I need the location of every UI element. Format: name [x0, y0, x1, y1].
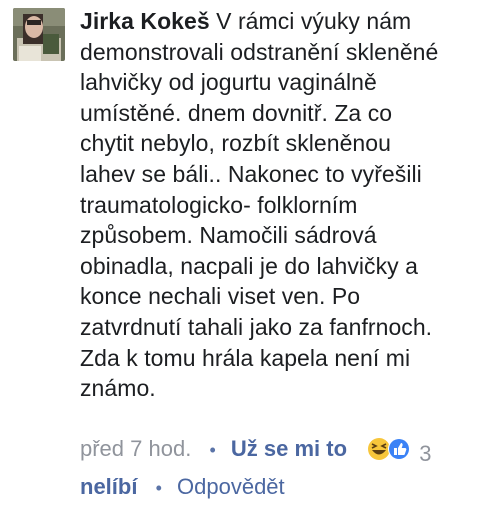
comment-body: Jirka Kokeš V rámci výuky nám demonstrov…: [80, 6, 470, 404]
comment-line-2: demonstrovali odstranění skleněné: [80, 38, 439, 65]
comment-line-10: konce nechali viset ven. Po: [80, 283, 361, 310]
comment-line-4: umístěné. dnem dovnitř. Za co: [80, 99, 393, 126]
unlike-link-part1[interactable]: Už se mi to: [231, 436, 347, 461]
comment-line-8: způsobem. Namočili sádrová: [80, 222, 377, 249]
comment-line-7: traumatologicko- folklorním: [80, 191, 358, 218]
comment-author[interactable]: Jirka Kokeš: [80, 8, 210, 34]
comment-line-13: známo.: [80, 375, 156, 402]
avatar-image: [13, 8, 65, 61]
haha-emoji-icon: [368, 438, 391, 460]
separator: •: [155, 478, 162, 498]
timestamp[interactable]: před 7 hod.: [80, 436, 191, 461]
like-thumb-icon: [388, 438, 411, 460]
comment-actions: před 7 hod. • Už se mi to 3 nelíbí • Odp…: [80, 432, 475, 505]
avatar[interactable]: [13, 8, 65, 61]
reaction-count: 3: [419, 441, 432, 466]
reaction-summary[interactable]: 3: [367, 437, 432, 470]
comment-line-11: zatvrdnutí tahali jako za fanfrnoch.: [80, 313, 433, 340]
comment-line-6: lahev se báli.. Nakonec to vyřešili: [80, 160, 422, 187]
reply-link[interactable]: Odpovědět: [177, 474, 285, 499]
comment-line-9: obinadla, nacpali je do lahvičky a: [80, 252, 418, 279]
unlike-link-part2[interactable]: nelíbí: [80, 474, 137, 499]
comment-line-12: Zda k tomu hrála kapela není mi: [80, 344, 411, 371]
comment-line-5: chytit nebylo, rozbít skleněnou: [80, 130, 391, 157]
comment-line-3: lahvičky od jogurtu vaginálně: [80, 69, 377, 96]
separator: •: [209, 440, 216, 460]
reaction-icons: [368, 438, 411, 460]
comment-line-1: V rámci výuky nám: [209, 8, 412, 34]
